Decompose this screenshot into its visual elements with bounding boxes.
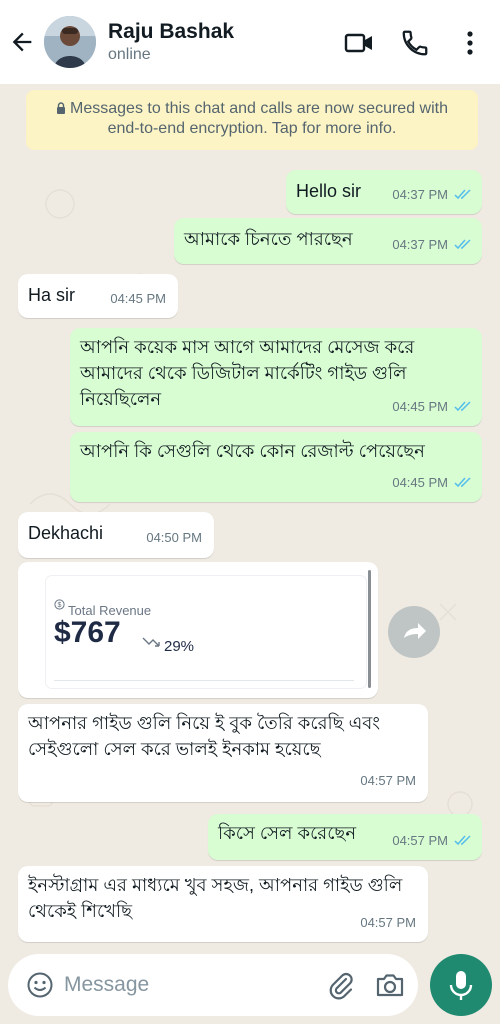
message-time: 04:45 PM: [392, 475, 448, 490]
message-meta: 04:45 PM: [392, 394, 472, 420]
message-bubble[interactable]: আপনার গাইড গুলি নিয়ে ই বুক তৈরি করেছি এ…: [18, 704, 428, 802]
message-bubble[interactable]: Ha sir 04:45 PM: [18, 274, 178, 318]
read-ticks-icon: [454, 835, 471, 846]
emoji-icon[interactable]: [26, 971, 54, 999]
message-meta: 04:37 PM: [392, 182, 472, 208]
contact-status: online: [108, 46, 151, 63]
message-time: 04:37 PM: [392, 187, 448, 202]
message-input[interactable]: [64, 966, 294, 1004]
message-text: কিসে সেল করেছেন: [218, 823, 357, 843]
composer-bar: [0, 946, 500, 1024]
message-bubble[interactable]: আপনি কি সেগুলি থেকে কোন রেজাল্ট পেয়েছেন…: [70, 432, 482, 502]
message-meta: 04:37 PM: [392, 232, 472, 258]
message-bubble[interactable]: কিসে সেল করেছেন 04:57 PM: [208, 814, 482, 860]
message-time: 04:57 PM: [360, 915, 416, 930]
message-text: Dekhachi: [28, 523, 104, 543]
revenue-value: $767: [54, 616, 121, 649]
encryption-notice-text: Messages to this chat and calls are now …: [70, 100, 448, 137]
read-ticks-icon: [454, 401, 471, 412]
revenue-card-image[interactable]: $ Total Revenue $767 29%: [46, 576, 366, 688]
card-divider: [54, 680, 354, 681]
forward-button[interactable]: [388, 606, 440, 658]
message-bubble[interactable]: আপনি কয়েক মাস আগে আমাদের মেসেজ করে আমাদ…: [70, 328, 482, 426]
message-text: আপনার গাইড গুলি নিয়ে ই বুক তৈরি করেছি এ…: [28, 713, 381, 759]
message-time: 04:37 PM: [392, 237, 448, 252]
image-edge: [368, 570, 371, 688]
encryption-notice[interactable]: Messages to this chat and calls are now …: [26, 90, 478, 150]
message-input-container[interactable]: [8, 954, 418, 1016]
message-text: আমাকে চিনতে পারছেন: [184, 229, 353, 249]
avatar[interactable]: [44, 16, 96, 68]
phone-icon[interactable]: [400, 28, 430, 58]
trend-down-icon: [142, 637, 160, 647]
mic-icon: [449, 971, 473, 1000]
image-message[interactable]: $ Total Revenue $767 29%: [18, 562, 378, 698]
svg-text:$: $: [58, 602, 62, 609]
message-bubble[interactable]: Dekhachi 04:50 PM: [18, 512, 214, 558]
dollar-circle-icon: $: [54, 599, 65, 610]
read-ticks-icon: [454, 189, 471, 200]
contact-name[interactable]: Raju Bashak: [108, 20, 234, 44]
video-call-icon[interactable]: [344, 28, 374, 58]
back-arrow-icon[interactable]: [8, 28, 36, 56]
more-vertical-icon[interactable]: [458, 28, 482, 58]
camera-icon[interactable]: [374, 970, 406, 1000]
mic-button[interactable]: [430, 954, 492, 1016]
message-bubble[interactable]: আমাকে চিনতে পারছেন 04:37 PM: [174, 218, 482, 264]
message-bubble[interactable]: Hello sir 04:37 PM: [286, 170, 482, 214]
message-meta: 04:45 PM: [392, 470, 472, 496]
message-text: Ha sir: [28, 285, 76, 305]
message-text: আপনি কি সেগুলি থেকে কোন রেজাল্ট পেয়েছেন: [80, 441, 425, 461]
message-time: 04:57 PM: [392, 833, 448, 848]
message-time: 04:45 PM: [392, 399, 448, 414]
message-time: 04:50 PM: [146, 530, 202, 545]
message-bubble[interactable]: ইনস্টাগ্রাম এর মাধ্যমে খুব সহজ, আপনার গা…: [18, 866, 428, 942]
message-text: Hello sir: [296, 181, 362, 201]
message-time: 04:57 PM: [360, 773, 416, 788]
read-ticks-icon: [454, 239, 471, 250]
chat-header: Raju Bashak online: [0, 0, 500, 84]
lock-icon: [57, 102, 66, 114]
message-meta: 04:57 PM: [392, 828, 472, 854]
forward-icon: [404, 623, 426, 639]
read-ticks-icon: [454, 477, 471, 488]
revenue-change: 29%: [164, 638, 195, 655]
chat-area[interactable]: Messages to this chat and calls are now …: [0, 84, 500, 946]
paperclip-icon[interactable]: [326, 970, 356, 1000]
message-time: 04:45 PM: [110, 291, 166, 306]
